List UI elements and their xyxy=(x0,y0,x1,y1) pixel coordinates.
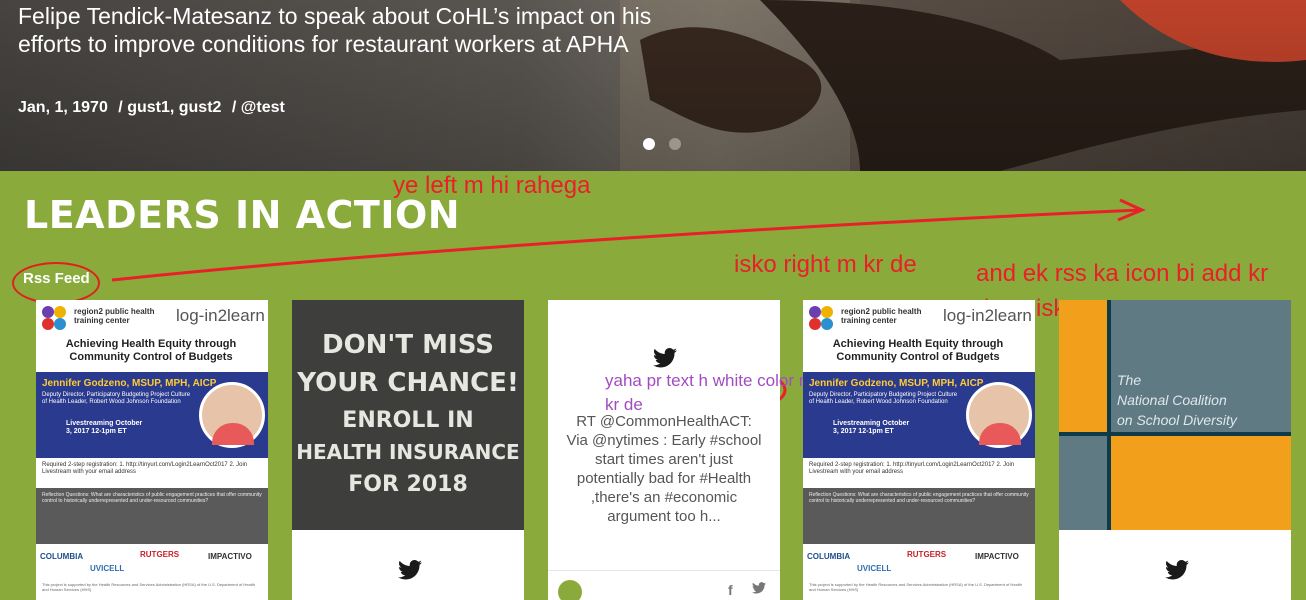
flyer-title: Achieving Health Equity through Communit… xyxy=(65,338,237,363)
speaker-photo xyxy=(199,382,265,448)
flyer-questions: Reflection Questions: What are character… xyxy=(36,488,268,544)
flyer-band: Jennifer Godzeno, MSUP, MPH, AICP Deputy… xyxy=(803,372,1035,458)
tweet-divider xyxy=(548,570,780,571)
flyer-registration: Required 2-step registration: 1. http://… xyxy=(809,462,1015,475)
twitter-icon[interactable] xyxy=(398,560,422,580)
flyer-footnote: This project is supported by the Health … xyxy=(809,582,1022,592)
card-flyer-2[interactable]: region2 public health training center lo… xyxy=(803,300,1035,600)
sponsor-impactivo: IMPACTIVO xyxy=(208,552,252,561)
chalk-line-4: HEALTH INSURANCE xyxy=(296,440,520,464)
twitter-icon[interactable] xyxy=(1165,560,1189,580)
sponsor-columbia: COLUMBIA xyxy=(807,552,851,561)
sponsor-rutgers: RUTGERS xyxy=(140,550,180,559)
twitter-icon[interactable] xyxy=(653,348,677,368)
chalk-line-2: YOUR CHANCE! xyxy=(297,368,519,398)
flyer-registration: Required 2-step registration: 1. http://… xyxy=(42,462,248,475)
annotation-left-note: ye left m hi rahega xyxy=(393,172,591,199)
chalk-line-5: FOR 2018 xyxy=(348,472,468,497)
sponsor-rutgers: RUTGERS xyxy=(907,550,947,559)
coalition-line-3: on School Diversity xyxy=(1117,412,1237,428)
flyer-date: Livestreaming October 3, 2017 12-1pm ET xyxy=(833,420,910,435)
tweet-avatar[interactable] xyxy=(558,580,582,600)
coalition-line-1: The xyxy=(1117,372,1142,388)
sponsor-columbia: COLUMBIA xyxy=(40,552,84,561)
flyer-image: region2 public health training center lo… xyxy=(803,300,1035,600)
flyer-sponsors: COLUMBIA RUTGERS IMPACTIVO UVICELL xyxy=(40,550,264,580)
flyer-brand: log-in2learn xyxy=(943,306,1032,325)
flyer-questions: Reflection Questions: What are character… xyxy=(803,488,1035,544)
sponsor-uvicell: UVICELL xyxy=(90,564,125,573)
rss-feed-link[interactable]: Rss Feed xyxy=(23,270,90,287)
card-coalition[interactable]: The National Coalition on School Diversi… xyxy=(1059,300,1291,600)
flyer-brand: log-in2learn xyxy=(176,306,265,325)
flyer-speaker-name: Jennifer Godzeno, MSUP, MPH, AICP xyxy=(42,378,217,389)
coalition-line-2: National Coalition xyxy=(1117,392,1227,408)
sponsor-uvicell: UVICELL xyxy=(857,564,892,573)
tweet-text[interactable]: RT @CommonHealthACT: Via @nytimes : Earl… xyxy=(562,412,766,526)
facebook-icon[interactable]: f xyxy=(728,582,733,598)
flyer-title: Achieving Health Equity through Communit… xyxy=(832,338,1004,363)
twitter-share-icon[interactable] xyxy=(752,582,766,594)
flyer-region: region2 public health training center xyxy=(841,307,922,325)
card-flyer-1[interactable]: region2 public health training center lo… xyxy=(36,300,268,600)
speaker-photo xyxy=(966,382,1032,448)
coalition-image: The National Coalition on School Diversi… xyxy=(1059,300,1291,530)
flyer-questions-text: Reflection Questions: What are character… xyxy=(42,492,262,504)
card-tweet[interactable]: RT @CommonHealthACT: Via @nytimes : Earl… xyxy=(548,300,780,600)
page: Felipe Tendick-Matesanz to speak about C… xyxy=(0,0,1306,600)
flyer-speaker-role: Deputy Director, Participatory Budgeting… xyxy=(809,392,958,405)
flyer-region: region2 public health training center xyxy=(74,307,155,325)
card-enroll[interactable]: DON'T MISS YOUR CHANCE! ENROLL IN HEALTH… xyxy=(292,300,524,600)
annotation-right-note: isko right m kr de xyxy=(734,251,917,278)
flyer-questions-text: Reflection Questions: What are character… xyxy=(809,492,1029,504)
enroll-image: DON'T MISS YOUR CHANCE! ENROLL IN HEALTH… xyxy=(292,300,524,530)
sponsor-impactivo: IMPACTIVO xyxy=(975,552,1019,561)
tweet-body: Via @nytimes : Early #school start times… xyxy=(566,432,762,525)
coalition-text: The National Coalition on School Diversi… xyxy=(1117,370,1237,430)
chalk-line-3: ENROLL IN xyxy=(342,408,474,433)
flyer-band: Jennifer Godzeno, MSUP, MPH, AICP Deputy… xyxy=(36,372,268,458)
flyer-date: Livestreaming October 3, 2017 12-1pm ET xyxy=(66,420,143,435)
flyer-image: region2 public health training center lo… xyxy=(36,300,268,600)
flyer-sponsors: COLUMBIA RUTGERS IMPACTIVO UVICELL xyxy=(807,550,1031,580)
flyer-speaker-name: Jennifer Godzeno, MSUP, MPH, AICP xyxy=(809,378,984,389)
chalk-line-1: DON'T MISS xyxy=(321,330,495,360)
flyer-footnote: This project is supported by the Health … xyxy=(42,582,255,592)
flyer-speaker-role: Deputy Director, Participatory Budgeting… xyxy=(42,392,191,405)
